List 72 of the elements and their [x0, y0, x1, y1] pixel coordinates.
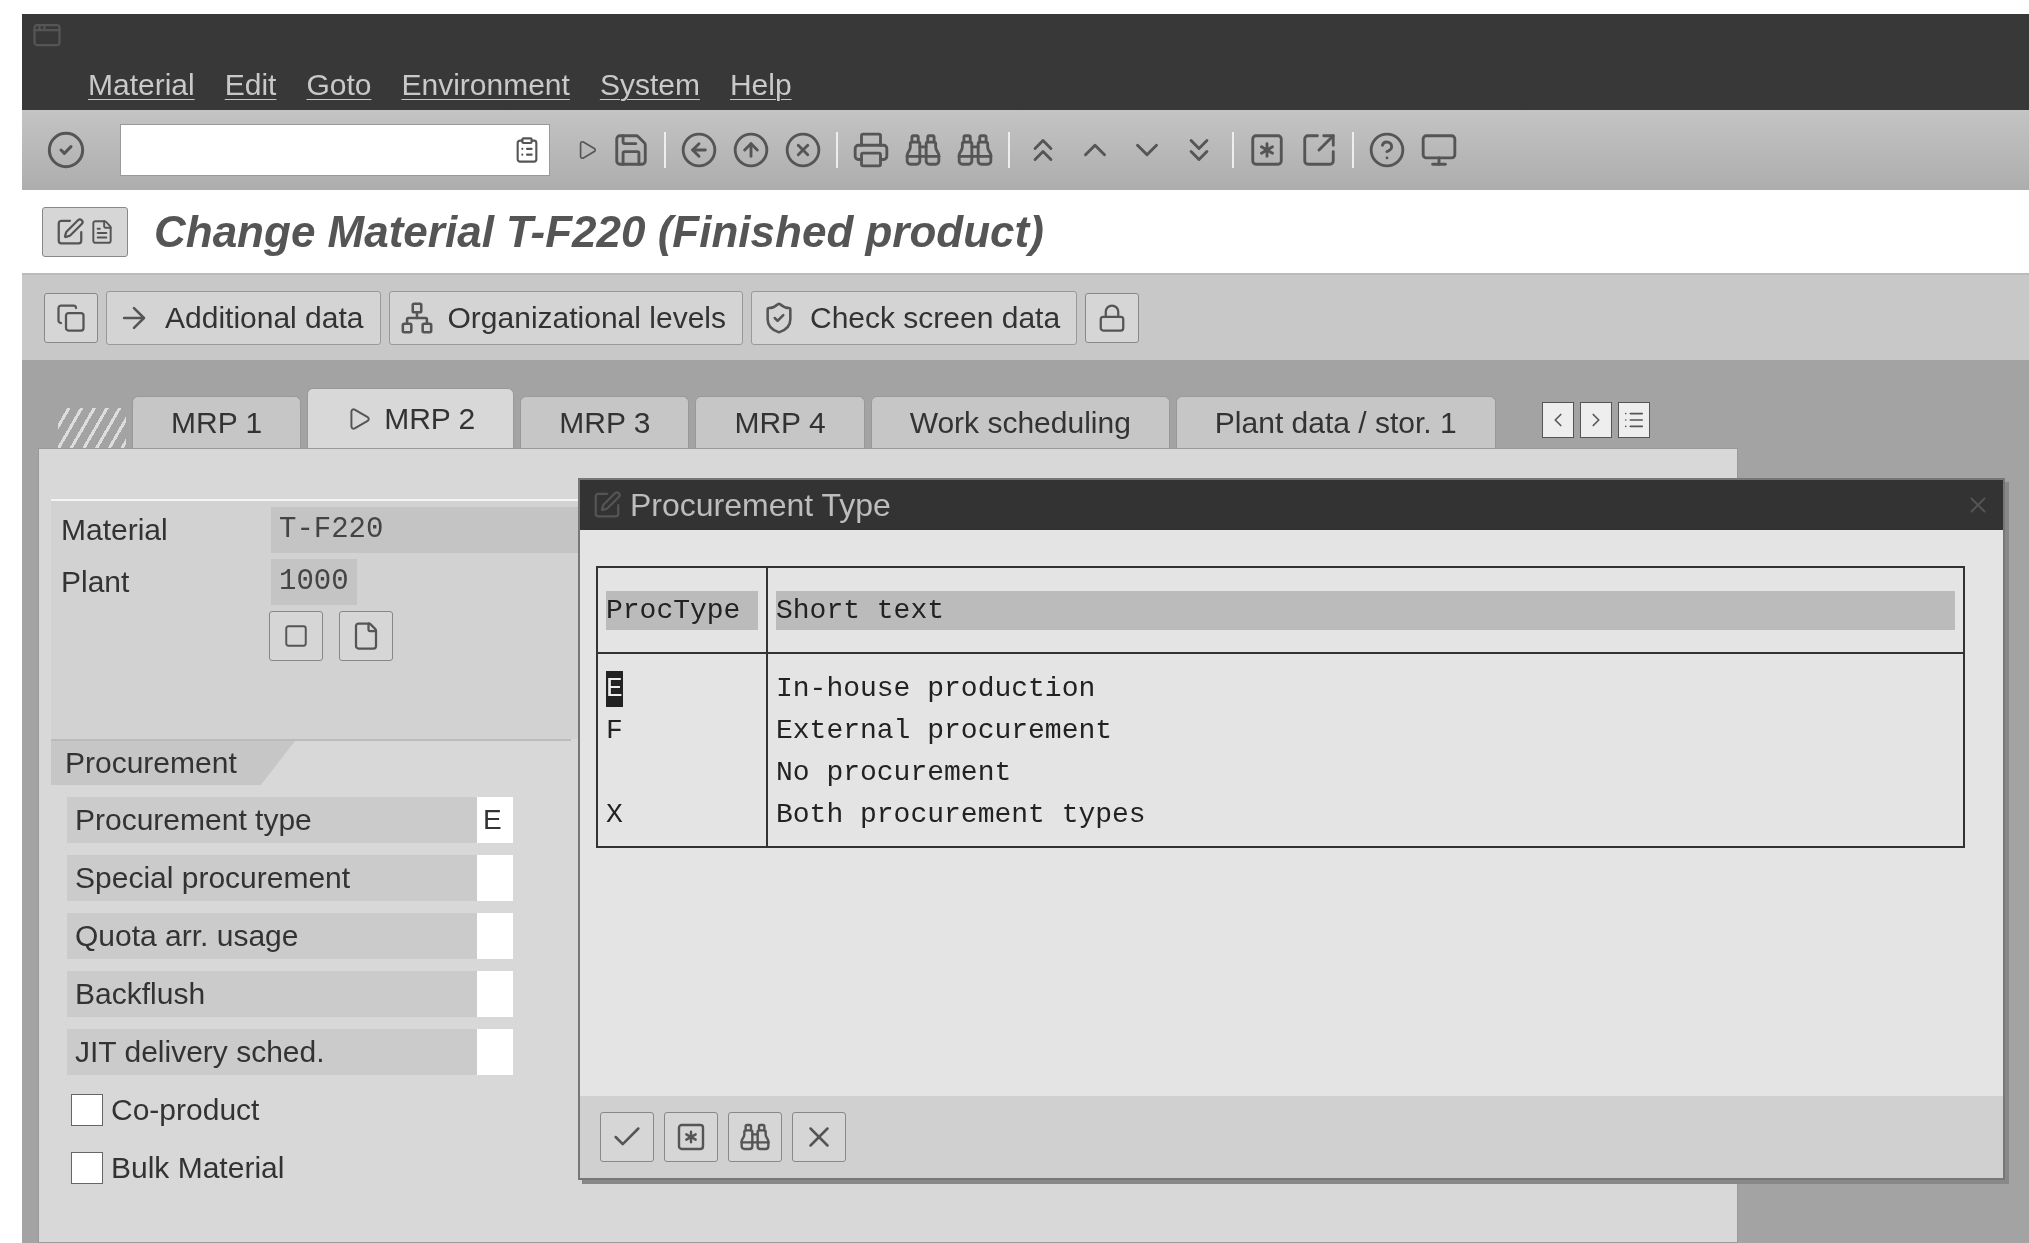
- tab[interactable]: Work scheduling: [870, 396, 1170, 448]
- display-change-button[interactable]: [42, 206, 128, 257]
- menu-item[interactable]: Edit: [224, 68, 277, 102]
- confirm-button[interactable]: [600, 1112, 654, 1162]
- input-field[interactable]: [477, 855, 513, 901]
- toolbar-button[interactable]: Organizational levels: [388, 290, 743, 345]
- other-material-button[interactable]: [44, 292, 98, 343]
- command-field[interactable]: [120, 124, 550, 176]
- window-title: Change Material T-F220 (Finished product): [154, 206, 1044, 257]
- enter-icon[interactable]: [46, 130, 86, 170]
- pen-icon: [55, 216, 85, 247]
- search-icon[interactable]: [904, 131, 942, 169]
- document-icon: [89, 218, 115, 245]
- toolbar-button[interactable]: Additional data: [106, 290, 381, 345]
- menu-item[interactable]: Goto: [306, 68, 372, 102]
- tab[interactable]: Plant data / stor. 1: [1175, 396, 1496, 448]
- group-title: Procurement: [51, 741, 295, 785]
- asterisk-icon: [675, 1121, 707, 1153]
- field-value: 1000: [271, 559, 357, 605]
- tab[interactable]: MRP 1: [132, 396, 302, 448]
- checkbox[interactable]: [71, 1094, 103, 1126]
- field-label: Procurement type: [67, 797, 477, 843]
- menu-item[interactable]: Environment: [401, 68, 570, 102]
- tab[interactable]: MRP 3: [520, 396, 690, 448]
- checkbox[interactable]: [71, 1152, 103, 1184]
- save-icon[interactable]: [612, 131, 650, 169]
- input-field[interactable]: [477, 913, 513, 959]
- scroll-right-button[interactable]: [1579, 402, 1612, 438]
- menu-item[interactable]: System: [599, 68, 700, 102]
- new-entry-button[interactable]: [664, 1112, 718, 1162]
- table-cell[interactable]: External procurement: [776, 710, 1955, 752]
- table-cell[interactable]: In-house production: [776, 668, 1955, 710]
- menu-item[interactable]: Help: [729, 68, 792, 102]
- find-next-icon[interactable]: [956, 131, 994, 169]
- scroll-left-button[interactable]: [1541, 402, 1574, 438]
- table-cell[interactable]: Both procurement types: [776, 794, 1955, 836]
- table-cell[interactable]: X: [606, 797, 623, 833]
- table-cell[interactable]: No procurement: [776, 752, 1955, 794]
- search-icon: [739, 1121, 771, 1153]
- dialog-icon: [592, 490, 622, 520]
- input-field[interactable]: [477, 971, 513, 1017]
- shortcut-icon[interactable]: [1300, 131, 1338, 169]
- field-label: Material: [60, 513, 169, 547]
- input-field[interactable]: E: [477, 797, 513, 843]
- field-label: Backflush: [67, 971, 477, 1017]
- document-button[interactable]: [339, 611, 393, 661]
- dialog-title: Procurement Type: [630, 486, 892, 524]
- checkbox-label: Bulk Material: [111, 1151, 285, 1185]
- tab[interactable]: MRP 2: [307, 388, 515, 448]
- table-cell[interactable]: F: [606, 713, 623, 749]
- field-label: JIT delivery sched.: [67, 1029, 477, 1075]
- tab[interactable]: MRP 4: [695, 396, 865, 448]
- tab-list-button[interactable]: [1617, 402, 1650, 438]
- field-label: Special procurement: [67, 855, 477, 901]
- cancel-icon[interactable]: [784, 131, 822, 169]
- column-header: ProcType: [606, 590, 758, 630]
- cancel-button[interactable]: [792, 1112, 846, 1162]
- copy-icon: [56, 302, 86, 333]
- search-button[interactable]: [728, 1112, 782, 1162]
- column-header: Short text: [776, 590, 1955, 630]
- back-icon[interactable]: [680, 131, 718, 169]
- field-label: Plant: [60, 565, 131, 599]
- menu-item[interactable]: Material: [88, 68, 195, 102]
- input-field[interactable]: [477, 1029, 513, 1075]
- field-label: Quota arr. usage: [67, 913, 477, 959]
- checkbox-label: Co-product: [111, 1093, 260, 1127]
- help-icon[interactable]: [1368, 131, 1406, 169]
- print-icon[interactable]: [852, 131, 890, 169]
- table-cell[interactable]: E: [606, 671, 623, 707]
- hierarchy-icon: [399, 300, 434, 335]
- toolbar-button[interactable]: Check screen data: [751, 290, 1078, 345]
- lock-button[interactable]: [1085, 292, 1140, 343]
